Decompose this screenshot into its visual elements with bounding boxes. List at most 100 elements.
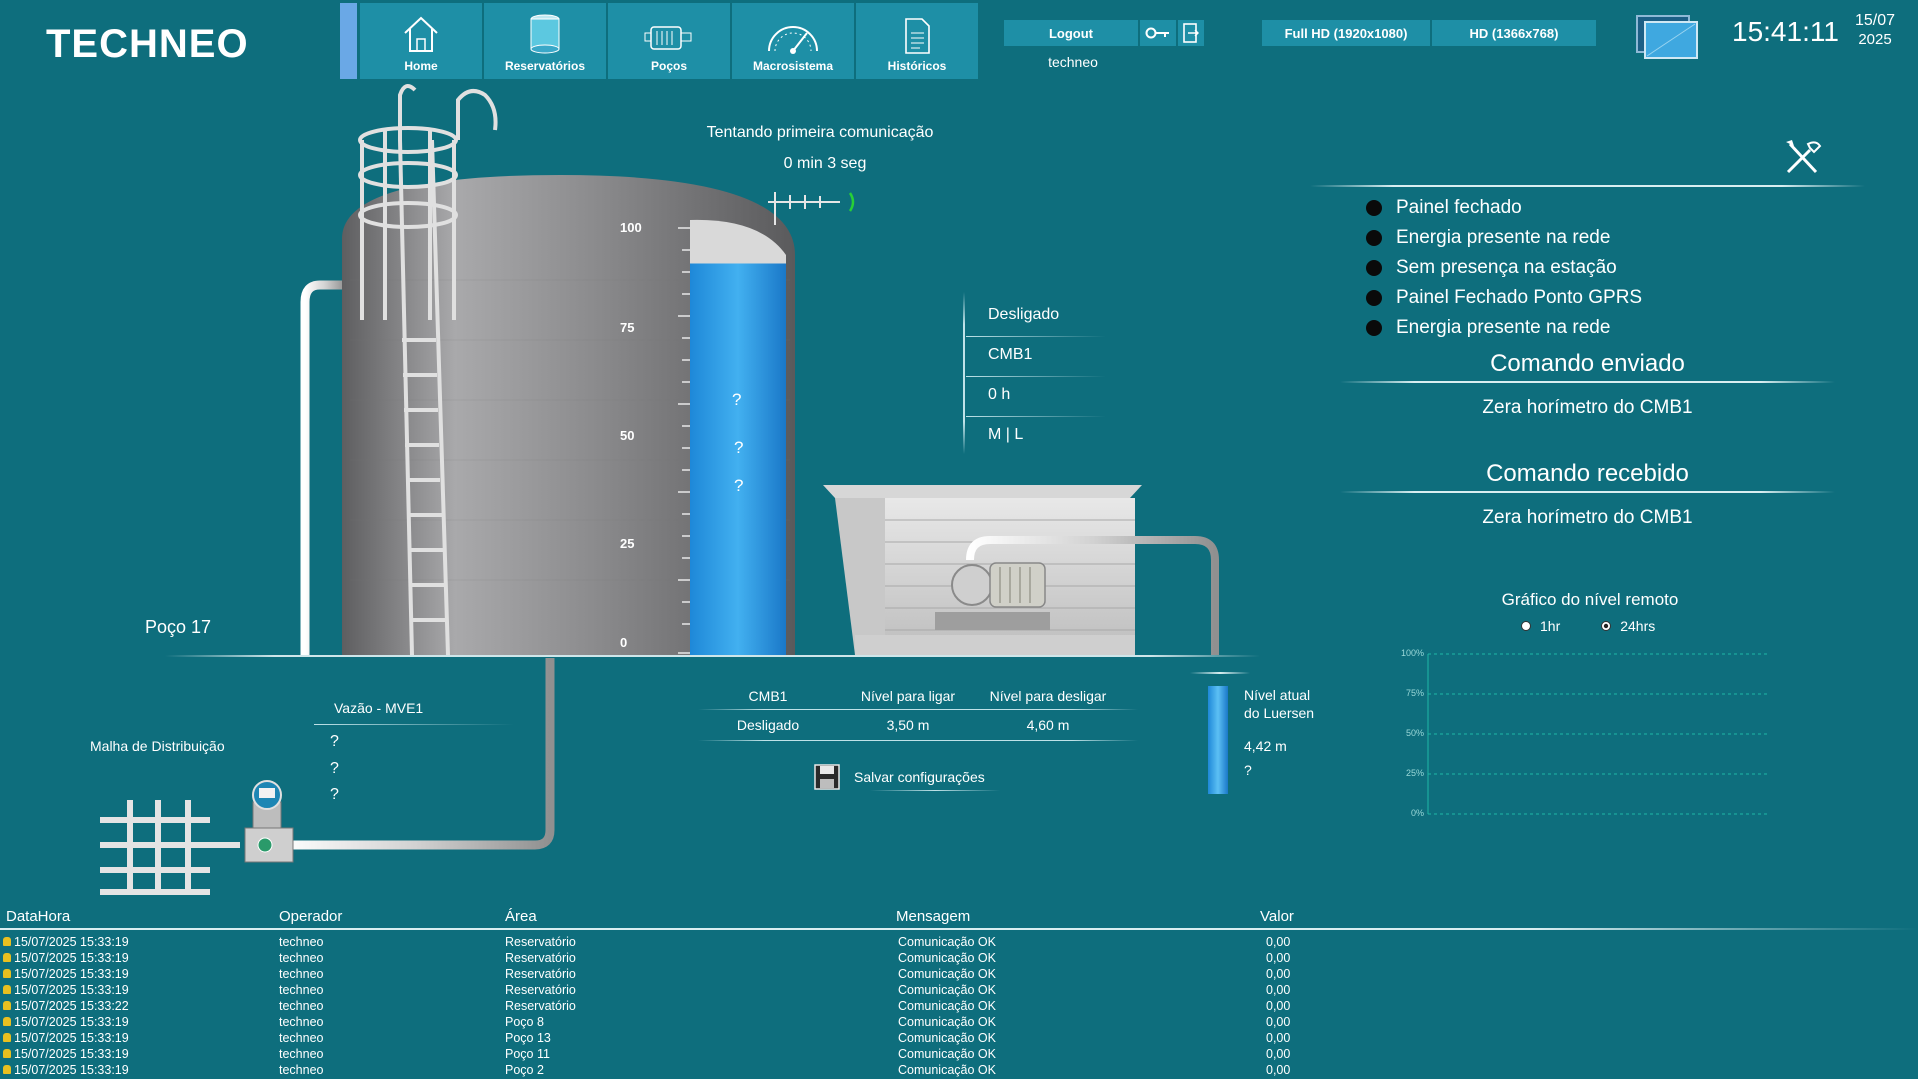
status-label: Energia presente na rede <box>1396 227 1611 248</box>
exit-button[interactable] <box>1178 20 1204 46</box>
log-row[interactable]: 15/07/2025 15:33:22 techneo Reservatório Co… <box>0 998 1918 1014</box>
save-underline <box>870 790 1000 791</box>
reservoir-icon <box>530 14 560 54</box>
nav-accent-bar <box>340 3 357 79</box>
log-col-operator: Operador <box>279 908 343 925</box>
remote-level-chart-svg <box>1427 653 1770 815</box>
pump-config-table: CMB1 Nível para ligar Nível para desliga… <box>698 683 1138 741</box>
log-area: Reservatório <box>505 999 576 1013</box>
status-label: Energia presente na rede <box>1396 317 1611 338</box>
distribution-label: Malha de Distribuição <box>90 738 225 754</box>
log-col-area: Área <box>505 908 537 925</box>
config-on-level-input[interactable]: 3,50 m <box>838 717 978 733</box>
flow-meter <box>244 780 294 863</box>
clock-time: 15:41:11 <box>1732 16 1839 47</box>
log-area: Poço 2 <box>505 1063 544 1077</box>
alarm-bell-icon <box>3 1033 11 1042</box>
pump-id: CMB1 <box>988 346 1033 363</box>
main-nav: Home Reservatórios Poços Macrosistema Hi… <box>360 3 978 79</box>
alarm-bell-icon <box>3 953 11 962</box>
radio-1h[interactable] <box>1520 620 1532 632</box>
log-area: Poço 8 <box>505 1015 544 1029</box>
alarm-log-list: 15/07/2025 15:33:19 techneo Reservatório Co… <box>0 934 1918 1078</box>
status-led <box>1366 290 1382 306</box>
key-button[interactable] <box>1140 20 1176 46</box>
status-item: Painel Fechado Ponto GPRS <box>1366 283 1642 313</box>
log-operator: techneo <box>279 967 324 981</box>
log-col-datetime: DataHora <box>6 908 71 925</box>
tank-water-fill <box>690 263 786 655</box>
log-message: Comunicação OK <box>898 1047 996 1061</box>
command-sent-line <box>1340 381 1835 383</box>
nav-wells-label: Poços <box>650 59 687 73</box>
nav-reservoirs-button[interactable]: Reservatórios <box>484 3 606 79</box>
config-off-level-input[interactable]: 4,60 m <box>978 717 1118 733</box>
key-icon <box>1145 27 1169 39</box>
chart-y-tick-label: 100% <box>1400 648 1424 658</box>
log-datetime: 15/07/2025 15:33:19 <box>14 935 129 949</box>
pump-info-sep-2 <box>966 376 1106 377</box>
remote-level-chart: 100% 75% 50% 25% 0% <box>1392 648 1772 828</box>
flow-title-line <box>314 724 514 725</box>
log-area: Reservatório <box>505 935 576 949</box>
radio-24h-selected[interactable] <box>1600 620 1612 632</box>
log-row[interactable]: 15/07/2025 15:33:19 techneo Poço 11 Comunic… <box>0 1046 1918 1062</box>
log-row[interactable]: 15/07/2025 15:33:19 techneo Poço 8 Comunica… <box>0 1014 1918 1030</box>
status-led <box>1366 230 1382 246</box>
alarm-bell-icon <box>3 969 11 978</box>
log-message: Comunicação OK <box>898 999 996 1013</box>
status-label: Sem presença na estação <box>1396 257 1617 278</box>
flow-value-1: ? <box>330 733 339 750</box>
graph-range-options: 1hr 24hrs <box>1520 618 1655 634</box>
nav-home-label: Home <box>404 59 438 73</box>
flow-value-3: ? <box>330 786 339 803</box>
log-row[interactable]: 15/07/2025 15:33:19 techneo Poço 13 Comunic… <box>0 1030 1918 1046</box>
config-header-row: CMB1 Nível para ligar Nível para desliga… <box>698 683 1138 709</box>
nav-home-button[interactable]: Home <box>360 3 482 79</box>
tank-scale-75: 75 <box>620 320 635 335</box>
status-label: Painel Fechado Ponto GPRS <box>1396 287 1643 308</box>
log-row[interactable]: 15/07/2025 15:33:19 techneo Reservatório Co… <box>0 934 1918 950</box>
log-operator: techneo <box>279 935 324 949</box>
log-value: 0,00 <box>1266 1015 1291 1029</box>
log-message: Comunicação OK <box>898 1063 996 1077</box>
log-message: Comunicação OK <box>898 1031 996 1045</box>
log-message: Comunicação OK <box>898 983 996 997</box>
nav-macrosystem-button[interactable]: Macrosistema <box>732 3 854 79</box>
log-row[interactable]: 15/07/2025 15:33:19 techneo Poço 2 Comunica… <box>0 1062 1918 1078</box>
log-operator: techneo <box>279 1015 324 1029</box>
alarm-bell-icon <box>3 937 11 946</box>
logout-button[interactable]: Logout <box>1004 20 1138 46</box>
date-day: 15/07 <box>1855 12 1896 29</box>
chart-y-tick-label: 25% <box>1405 768 1424 778</box>
tank-level-value-2: ? <box>734 438 744 457</box>
log-col-value: Valor <box>1260 908 1294 925</box>
settings-tools-button[interactable] <box>1782 138 1824 183</box>
resolution-hd-button[interactable]: HD (1366x768) <box>1432 20 1596 46</box>
log-row[interactable]: 15/07/2025 15:33:19 techneo Reservatório Co… <box>0 966 1918 982</box>
log-message: Comunicação OK <box>898 951 996 965</box>
log-value: 0,00 <box>1266 951 1291 965</box>
remote-level-title-1: Nível atual <box>1244 687 1311 703</box>
nav-history-button[interactable]: Históricos <box>856 3 978 79</box>
status-led <box>1366 320 1382 336</box>
graph-option-1h[interactable]: 1hr <box>1520 618 1560 634</box>
nav-wells-button[interactable]: Poços <box>608 3 730 79</box>
log-row[interactable]: 15/07/2025 15:33:19 techneo Reservatório Co… <box>0 982 1918 998</box>
log-operator: techneo <box>279 951 324 965</box>
log-value: 0,00 <box>1266 999 1291 1013</box>
ground-line <box>165 655 1260 657</box>
log-row[interactable]: 15/07/2025 15:33:19 techneo Reservatório Co… <box>0 950 1918 966</box>
pump-state: Desligado <box>988 306 1060 323</box>
command-received-value: Zera horímetro do CMB1 <box>1482 507 1693 528</box>
log-operator: techneo <box>279 999 324 1013</box>
pump-info-sep-1 <box>966 336 1106 337</box>
flow-value-2: ? <box>330 760 339 777</box>
log-area: Poço 13 <box>505 1031 551 1045</box>
resolution-fullhd-button[interactable]: Full HD (1920x1080) <box>1262 20 1430 46</box>
save-config-button[interactable]: Salvar configurações <box>814 764 985 790</box>
graph-option-24h[interactable]: 24hrs <box>1600 618 1655 634</box>
chart-y-tick-label: 50% <box>1405 728 1424 738</box>
window-mode-button[interactable] <box>1635 14 1699 65</box>
status-item: Sem presença na estação <box>1366 253 1642 283</box>
